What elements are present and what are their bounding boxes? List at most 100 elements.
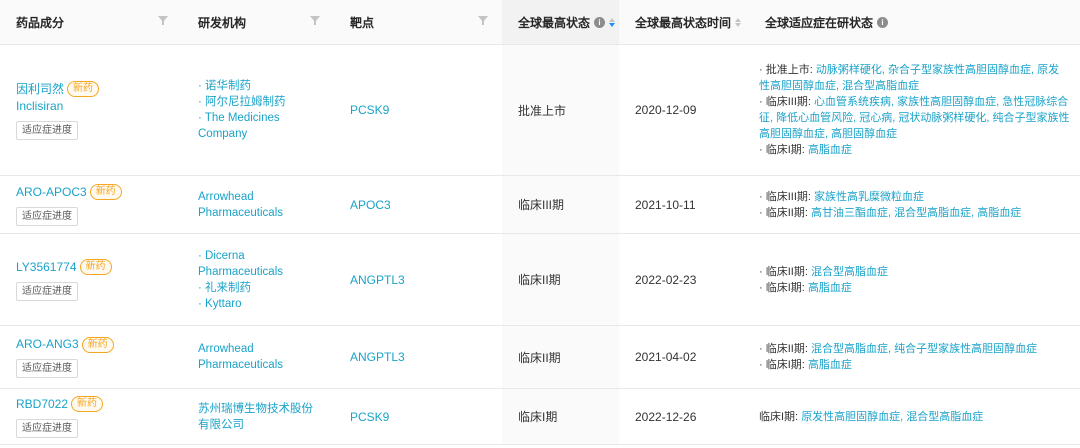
- target-link[interactable]: APOC3: [350, 198, 502, 212]
- drug-name[interactable]: LY3561774 新药: [16, 259, 182, 276]
- indication-line: 批准上市: 动脉粥样硬化, 杂合子型家族性高胆固醇血症, 原发性高胆固醇血症, …: [759, 62, 1070, 94]
- date-cell: 2022-12-26: [619, 389, 749, 444]
- org-link[interactable]: Kyttaro: [198, 296, 320, 312]
- org-cell: Arrowhead Pharmaceuticals: [182, 176, 334, 233]
- indication-items[interactable]: 高甘油三酯血症, 混合型高脂血症, 高脂血症: [811, 207, 1021, 219]
- indication-stage-label: 批准上市:: [765, 64, 813, 76]
- info-icon[interactable]: i: [877, 16, 889, 28]
- indication-line: 临床I期: 高脂血症: [759, 357, 1070, 373]
- org-link[interactable]: Arrowhead Pharmaceuticals: [198, 189, 320, 221]
- target-link[interactable]: PCSK9: [350, 410, 502, 424]
- table-row: 因利司然新药Inclisiran 适应症进度 诺华制药阿尔尼拉姆制药The Medi…: [0, 45, 1080, 176]
- indication-progress-button[interactable]: 适应症进度: [16, 281, 78, 301]
- target-cell: ANGPTL3: [334, 234, 502, 325]
- org-link[interactable]: Arrowhead Pharmaceuticals: [198, 341, 320, 373]
- header-target[interactable]: 靶点: [334, 0, 502, 44]
- drug-name-cn[interactable]: ARO-APOC3: [16, 184, 87, 201]
- drug-name-cn[interactable]: ARO-ANG3: [16, 336, 79, 353]
- org-link[interactable]: 礼来制药: [198, 280, 320, 296]
- org-link[interactable]: 阿尔尼拉姆制药: [198, 94, 320, 110]
- new-drug-tag: 新药: [89, 184, 122, 200]
- drug-name[interactable]: ARO-ANG3 新药: [16, 336, 182, 353]
- new-drug-tag: 新药: [71, 396, 104, 412]
- drug-name-cn[interactable]: 因利司然: [16, 81, 64, 98]
- header-org[interactable]: 研发机构: [182, 0, 334, 44]
- header-indications-label: 全球适应症在研状态: [765, 15, 874, 30]
- indication-stage-label: 临床III期:: [765, 96, 811, 108]
- indication-items[interactable]: 高脂血症: [808, 144, 852, 156]
- indication-items[interactable]: 混合型高脂血症, 纯合子型家族性高胆固醇血症: [811, 343, 1037, 355]
- target-link[interactable]: PCSK9: [350, 103, 502, 117]
- indications-cell: 临床II期: 混合型高脂血症, 纯合子型家族性高胆固醇血症临床I期: 高脂血症: [749, 326, 1080, 388]
- drug-name-cn[interactable]: LY3561774: [16, 259, 77, 276]
- status-value: 临床I期: [518, 410, 558, 424]
- drug-name-cn[interactable]: RBD7022: [16, 396, 68, 413]
- status-cell: 临床III期: [502, 176, 619, 233]
- target-cell: PCSK9: [334, 389, 502, 444]
- indication-stage-label: 临床II期:: [765, 206, 808, 219]
- indications-cell: 临床I期: 原发性高胆固醇血症, 混合型高脂血症: [749, 389, 1080, 444]
- header-indications: 全球适应症在研状态 i: [749, 0, 1080, 44]
- header-drug-label: 药品成分: [16, 15, 65, 30]
- drug-cell: ARO-ANG3 新药 适应症进度: [0, 326, 182, 388]
- indication-line: 临床I期: 高脂血症: [759, 142, 1070, 158]
- org-link[interactable]: Dicerna Pharmaceuticals: [198, 248, 320, 280]
- new-drug-tag: 新药: [81, 336, 114, 353]
- status-value: 临床II期: [518, 273, 561, 287]
- filter-icon[interactable]: [310, 16, 320, 25]
- indication-progress-button[interactable]: 适应症进度: [16, 359, 78, 378]
- drug-name[interactable]: RBD7022 新药: [16, 396, 182, 413]
- indication-line: 临床I期: 原发性高胆固醇血症, 混合型高脂血症: [759, 409, 1070, 425]
- drug-table: 药品成分 研发机构 靶点 全球最高状态 i 全球最高状态时间 全球适应症在研状态…: [0, 0, 1080, 445]
- sort-icon[interactable]: [609, 17, 616, 27]
- indication-items[interactable]: 混合型高脂血症: [811, 266, 888, 278]
- indication-stage-label: 临床II期:: [765, 265, 808, 278]
- indication-stage-label: 临床I期:: [759, 410, 799, 423]
- indication-items[interactable]: 家族性高乳糜微粒血症: [814, 191, 924, 203]
- info-icon[interactable]: i: [594, 16, 606, 28]
- indication-progress-button[interactable]: 适应症进度: [16, 206, 78, 226]
- org-link[interactable]: The Medicines Company: [198, 110, 320, 142]
- date-cell: 2021-04-02: [619, 326, 749, 388]
- indication-items[interactable]: 高脂血症: [808, 359, 852, 371]
- indication-stage-label: 临床I期:: [765, 359, 805, 371]
- indication-line: 临床III期: 心血管系统疾病, 家族性高胆固醇血症, 急性冠脉综合征, 降低心…: [759, 94, 1070, 142]
- org-link[interactable]: 诺华制药: [198, 78, 320, 94]
- indication-line: 临床I期: 高脂血症: [759, 280, 1070, 296]
- indication-line: 临床II期: 混合型高脂血症, 纯合子型家族性高胆固醇血症: [759, 341, 1070, 357]
- date-cell: 2022-02-23: [619, 234, 749, 325]
- indication-items[interactable]: 原发性高胆固醇血症, 混合型高脂血症: [801, 411, 983, 423]
- status-cell: 批准上市: [502, 45, 619, 175]
- drug-name[interactable]: ARO-APOC3 新药: [16, 184, 182, 201]
- org-link[interactable]: 苏州瑞博生物技术股份有限公司: [198, 401, 320, 433]
- filter-icon[interactable]: [158, 16, 168, 25]
- target-link[interactable]: ANGPTL3: [350, 350, 502, 364]
- sort-icon[interactable]: [735, 17, 742, 27]
- target-link[interactable]: ANGPTL3: [350, 273, 502, 287]
- header-status-time-label: 全球最高状态时间: [635, 15, 732, 30]
- drug-cell: 因利司然 新药 Inclisiran 适应症进度: [0, 45, 182, 175]
- date-value: 2022-12-26: [635, 409, 697, 424]
- indication-progress-button[interactable]: 适应症进度: [16, 418, 78, 438]
- drug-name[interactable]: 因利司然 新药: [16, 81, 182, 98]
- target-cell: ANGPTL3: [334, 326, 502, 388]
- status-value: 临床III期: [518, 198, 565, 212]
- indication-progress-button[interactable]: 适应症进度: [16, 120, 78, 140]
- drug-cell: ARO-APOC3 新药 适应症进度: [0, 176, 182, 233]
- new-drug-tag: 新药: [67, 81, 100, 97]
- filter-icon[interactable]: [478, 16, 488, 25]
- header-status[interactable]: 全球最高状态 i: [502, 0, 619, 44]
- table-row: ARO-ANG3 新药 适应症进度 Arrowhead Pharmaceuticals…: [0, 326, 1080, 389]
- new-drug-tag: 新药: [79, 259, 112, 275]
- header-status-time[interactable]: 全球最高状态时间: [619, 0, 749, 44]
- target-cell: PCSK9: [334, 45, 502, 175]
- header-target-label: 靶点: [350, 15, 375, 30]
- indication-line: 临床II期: 高甘油三酯血症, 混合型高脂血症, 高脂血症: [759, 205, 1070, 221]
- drug-name-en[interactable]: Inclisiran: [16, 98, 182, 115]
- org-cell: Dicerna Pharmaceuticals礼来制药Kyttaro: [182, 234, 334, 325]
- org-cell: 苏州瑞博生物技术股份有限公司: [182, 389, 334, 444]
- header-drug[interactable]: 药品成分: [0, 0, 182, 44]
- indication-items[interactable]: 高脂血症: [808, 282, 852, 294]
- date-cell: 2021-10-11: [619, 176, 749, 233]
- table-header: 药品成分 研发机构 靶点 全球最高状态 i 全球最高状态时间 全球适应症在研状态…: [0, 0, 1080, 45]
